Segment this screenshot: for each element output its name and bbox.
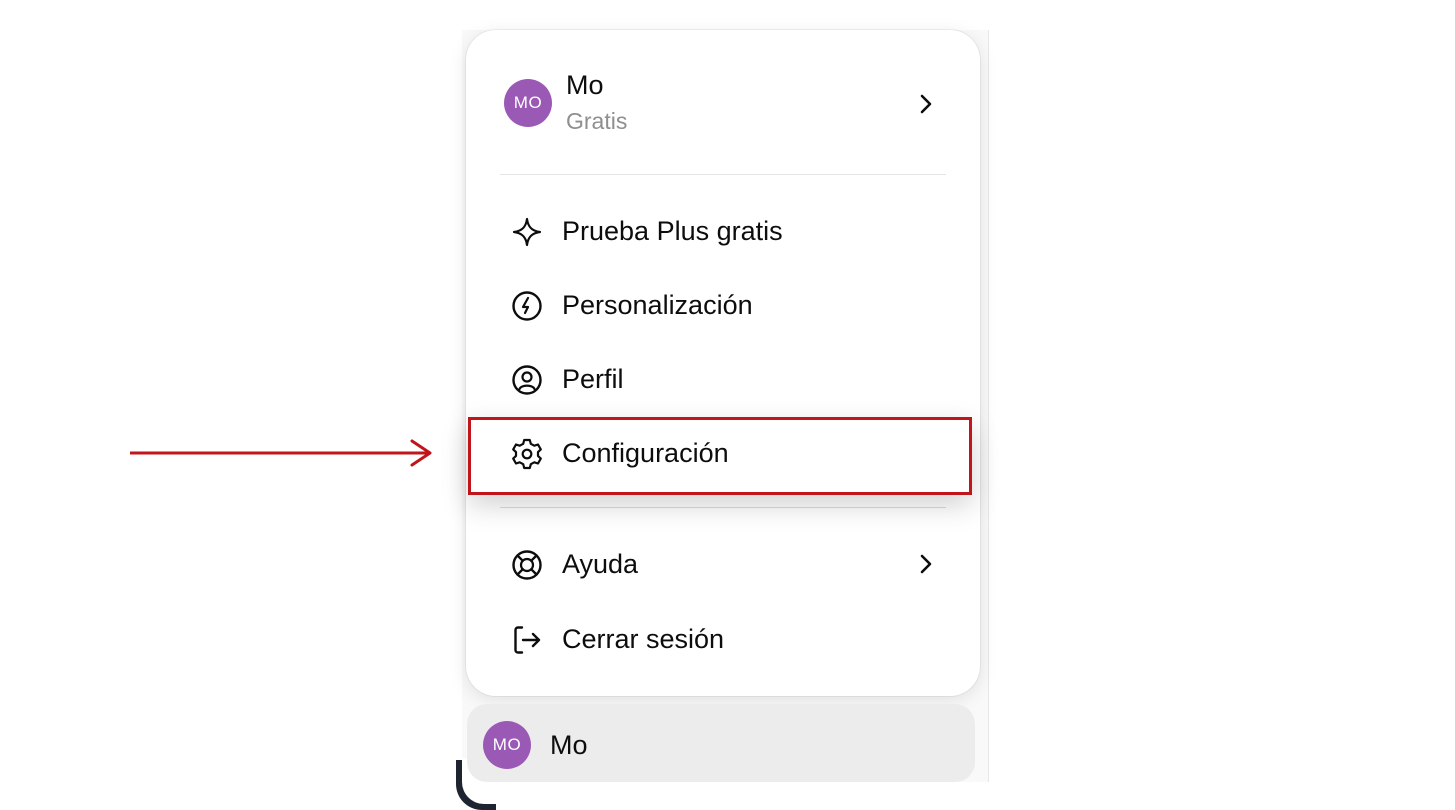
account-plan: Gratis (566, 108, 628, 134)
sidebar-user-button[interactable]: MO Mo (467, 704, 975, 782)
chevron-right-icon (914, 92, 938, 116)
menu-item-label: Cerrar sesión (562, 624, 725, 654)
menu-divider (500, 174, 946, 175)
sparkle-icon (510, 215, 544, 249)
account-menu: MO Mo Gratis Prueba Plus gratis Personal… (466, 30, 980, 696)
menu-item-profile[interactable]: Perfil (466, 350, 980, 408)
avatar: MO (483, 721, 531, 769)
sidebar-user-name: Mo (550, 730, 588, 760)
menu-item-personalization[interactable]: Personalización (466, 276, 980, 334)
account-switcher[interactable]: MO Mo Gratis (466, 70, 980, 140)
account-name: Mo (566, 70, 604, 100)
menu-item-label: Prueba Plus gratis (562, 216, 783, 246)
menu-item-logout[interactable]: Cerrar sesión (466, 610, 980, 668)
logout-icon (510, 623, 544, 657)
menu-item-label: Personalización (562, 290, 753, 320)
menu-item-help[interactable]: Ayuda (466, 535, 980, 593)
avatar: MO (504, 79, 552, 127)
menu-item-try-plus[interactable]: Prueba Plus gratis (466, 202, 980, 260)
menu-item-label: Ayuda (562, 549, 639, 579)
annotation-highlight-box (468, 417, 972, 495)
annotation-arrow-icon (130, 438, 435, 468)
menu-divider (500, 507, 946, 508)
lifebuoy-icon (510, 548, 544, 582)
personalization-icon (510, 289, 544, 323)
profile-icon (510, 363, 544, 397)
menu-item-label: Perfil (562, 364, 624, 394)
chevron-right-icon (914, 552, 938, 576)
